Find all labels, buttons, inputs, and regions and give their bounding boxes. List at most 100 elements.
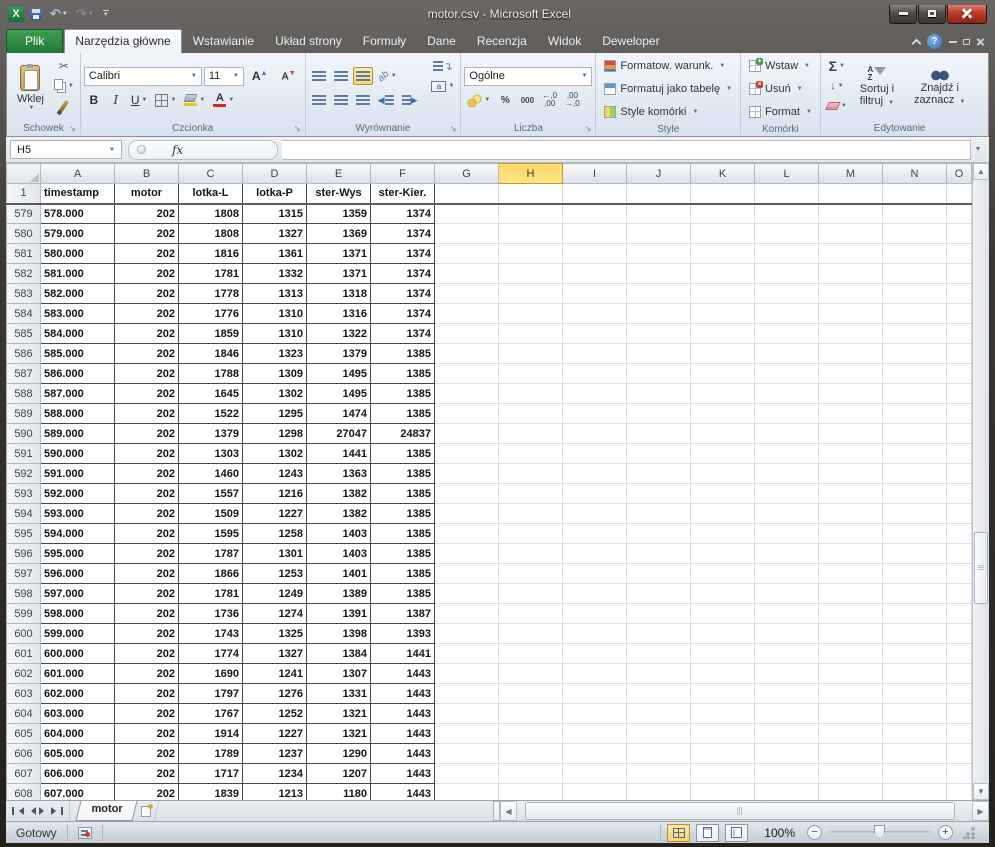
cell[interactable]: 1371 (307, 244, 371, 264)
cell[interactable]: 583.000 (41, 304, 115, 324)
cell[interactable] (691, 564, 755, 584)
borders-button[interactable]: ▼ (152, 91, 179, 109)
cell[interactable]: 581.000 (41, 264, 115, 284)
cell[interactable]: 202 (115, 244, 179, 264)
cell[interactable] (755, 184, 819, 204)
cell[interactable] (883, 484, 947, 504)
cell[interactable] (819, 264, 883, 284)
last-sheet-button[interactable] (51, 807, 63, 815)
cell[interactable] (435, 764, 499, 784)
cell[interactable] (883, 604, 947, 624)
cell[interactable] (691, 504, 755, 524)
cell[interactable] (691, 484, 755, 504)
row-header-594[interactable]: 594 (7, 504, 41, 524)
vertical-scroll-thumb[interactable] (974, 532, 988, 604)
cell[interactable] (627, 784, 691, 801)
cell[interactable] (883, 344, 947, 364)
cell[interactable] (435, 684, 499, 704)
cell[interactable] (947, 344, 972, 364)
cell[interactable] (499, 584, 563, 604)
cell[interactable] (435, 204, 499, 224)
cell[interactable]: 1309 (243, 364, 307, 384)
cell[interactable] (755, 664, 819, 684)
orientation-button[interactable]: ab▼ (375, 67, 400, 85)
cell[interactable]: 1327 (243, 644, 307, 664)
cell[interactable] (435, 324, 499, 344)
cell[interactable]: 1774 (179, 644, 243, 664)
row-header-603[interactable]: 603 (7, 684, 41, 704)
cell[interactable] (819, 724, 883, 744)
cell[interactable] (883, 784, 947, 801)
cell[interactable] (499, 424, 563, 444)
cell[interactable] (691, 364, 755, 384)
cell[interactable]: 202 (115, 324, 179, 344)
cell[interactable] (627, 204, 691, 224)
cell[interactable]: 1325 (243, 624, 307, 644)
cell[interactable] (947, 704, 972, 724)
tab-split-handle[interactable] (493, 801, 500, 821)
cell[interactable]: 1310 (243, 304, 307, 324)
cell[interactable] (563, 664, 627, 684)
cell[interactable] (819, 584, 883, 604)
cell[interactable] (627, 724, 691, 744)
cell[interactable]: 1313 (243, 284, 307, 304)
cell[interactable] (435, 364, 499, 384)
cell[interactable] (947, 444, 972, 464)
cell[interactable] (755, 364, 819, 384)
insert-function-button[interactable]: fx (172, 143, 183, 157)
cell[interactable]: 599.000 (41, 624, 115, 644)
cell[interactable]: 1302 (243, 444, 307, 464)
cell[interactable]: 1743 (179, 624, 243, 644)
cell[interactable] (691, 244, 755, 264)
column-header-O[interactable]: O (947, 164, 972, 184)
cell[interactable]: 202 (115, 404, 179, 424)
align-right-button[interactable] (353, 91, 373, 109)
cell[interactable]: 202 (115, 304, 179, 324)
font-dialog-launcher[interactable]: ↘ (294, 124, 301, 133)
ribbon-tab-deweloper[interactable]: Deweloper (592, 30, 669, 53)
cell[interactable] (819, 344, 883, 364)
cell[interactable] (947, 224, 972, 244)
ribbon-tab-recenzja[interactable]: Recenzja (467, 30, 537, 53)
row-header-602[interactable]: 602 (7, 664, 41, 684)
cell[interactable] (691, 724, 755, 744)
cell[interactable]: 598.000 (41, 604, 115, 624)
cell[interactable] (435, 304, 499, 324)
cell[interactable]: 586.000 (41, 364, 115, 384)
cell[interactable] (755, 244, 819, 264)
cell[interactable] (947, 764, 972, 784)
cell[interactable] (627, 244, 691, 264)
column-header-G[interactable]: G (435, 164, 499, 184)
ribbon-tab-wstawianie[interactable]: Wstawianie (183, 30, 264, 53)
cell[interactable]: 202 (115, 424, 179, 444)
cell[interactable] (627, 284, 691, 304)
cell[interactable]: 1736 (179, 604, 243, 624)
cell[interactable]: 1227 (243, 724, 307, 744)
cell[interactable] (755, 284, 819, 304)
bold-button[interactable]: B (84, 91, 104, 109)
cell[interactable] (755, 344, 819, 364)
cell[interactable]: 1717 (179, 764, 243, 784)
cell[interactable]: 1443 (371, 664, 435, 684)
cell[interactable] (883, 324, 947, 344)
cell[interactable]: 1914 (179, 724, 243, 744)
cell[interactable]: 1307 (307, 664, 371, 684)
workbook-minimize-icon[interactable] (949, 41, 957, 43)
cell[interactable] (435, 464, 499, 484)
cell[interactable] (627, 744, 691, 764)
cell[interactable] (947, 264, 972, 284)
cell[interactable] (755, 324, 819, 344)
formula-input[interactable] (282, 140, 971, 160)
cell[interactable]: 1180 (307, 784, 371, 801)
cell[interactable]: 202 (115, 764, 179, 784)
cell[interactable] (755, 504, 819, 524)
row-header-593[interactable]: 593 (7, 484, 41, 504)
cell[interactable]: 1379 (307, 344, 371, 364)
cell[interactable] (819, 704, 883, 724)
wrap-text-button[interactable]: ↴ (428, 57, 457, 75)
cell[interactable] (435, 184, 499, 204)
cell[interactable] (627, 604, 691, 624)
cell[interactable] (947, 744, 972, 764)
cell[interactable] (947, 364, 972, 384)
cell[interactable]: 1441 (371, 644, 435, 664)
